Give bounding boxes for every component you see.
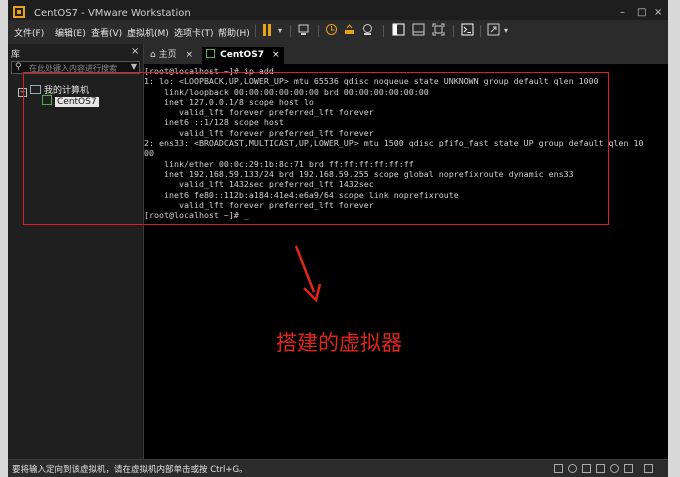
tab-strip: ⌂ 主页 × CentOS7 × bbox=[144, 44, 668, 64]
search-icon: ⚲ bbox=[15, 62, 22, 72]
annotation-arrow bbox=[290, 244, 330, 308]
search-dropdown-icon[interactable]: ▼ bbox=[131, 62, 137, 71]
library-header: 库 bbox=[11, 50, 21, 60]
snapshot-icon[interactable] bbox=[324, 23, 338, 39]
status-message: 要将输入定向到该虚拟机，请在虚拟机内部单击或按 Ctrl+G。 bbox=[12, 465, 248, 475]
library-close-button[interactable]: × bbox=[131, 46, 139, 57]
power-dropdown-icon[interactable]: ▾ bbox=[276, 23, 284, 39]
menu-help[interactable]: 帮助(H) bbox=[218, 26, 250, 39]
send-ctrl-alt-del-icon[interactable] bbox=[296, 23, 310, 39]
message-log-icon[interactable] bbox=[644, 464, 653, 473]
toolbar-separator bbox=[453, 25, 454, 37]
toolbar-separator bbox=[383, 25, 384, 37]
usb-icon[interactable] bbox=[596, 464, 605, 473]
pause-icon[interactable] bbox=[261, 23, 273, 39]
revert-snapshot-icon[interactable] bbox=[342, 23, 356, 39]
network-adapter-icon[interactable] bbox=[582, 464, 591, 473]
home-icon: ⌂ bbox=[150, 50, 156, 60]
toolbar-separator bbox=[318, 25, 319, 37]
cd-dvd-icon[interactable] bbox=[568, 464, 577, 473]
tab-label: CentOS7 bbox=[220, 50, 264, 60]
toolbar-separator bbox=[255, 25, 256, 37]
toolbar-separator bbox=[290, 25, 291, 37]
tab-label: 主页 bbox=[158, 50, 177, 60]
library-view-icon[interactable] bbox=[391, 23, 405, 39]
status-bar: 要将输入定向到该虚拟机，请在虚拟机内部单击或按 Ctrl+G。 bbox=[8, 459, 668, 477]
hard-disk-icon[interactable] bbox=[554, 464, 563, 473]
vmware-app-icon bbox=[13, 6, 25, 18]
sound-icon[interactable] bbox=[610, 464, 619, 473]
close-button[interactable]: × bbox=[654, 7, 662, 18]
menu-view[interactable]: 查看(V) bbox=[91, 26, 122, 39]
tab-close-icon[interactable]: × bbox=[272, 50, 280, 60]
printer-icon[interactable] bbox=[624, 464, 633, 473]
tab-home[interactable]: ⌂ 主页 × bbox=[150, 47, 193, 64]
fullscreen-icon[interactable] bbox=[431, 23, 445, 39]
toolbar-separator bbox=[480, 25, 481, 37]
window-title: CentOS7 - VMware Workstation bbox=[34, 8, 191, 19]
terminal-icon[interactable] bbox=[460, 23, 474, 39]
snapshot-manager-icon[interactable] bbox=[360, 23, 374, 39]
console-view-icon[interactable] bbox=[411, 23, 425, 39]
menu-file[interactable]: 文件(F) bbox=[14, 26, 44, 39]
menu-bar: 文件(F) 编辑(E) 查看(V) 虚拟机(M) 选项卡(T) 帮助(H) bbox=[8, 20, 668, 42]
annotation-label: 搭建的虚拟器 bbox=[276, 331, 402, 355]
menu-tabs[interactable]: 选项卡(T) bbox=[174, 26, 214, 39]
stretch-dropdown-icon[interactable]: ▾ bbox=[502, 23, 510, 39]
vm-icon bbox=[206, 49, 215, 58]
maximize-button[interactable]: □ bbox=[637, 7, 646, 18]
stretch-view-icon[interactable] bbox=[486, 23, 500, 39]
tab-centos7[interactable]: CentOS7 × bbox=[202, 47, 284, 64]
minimize-button[interactable]: – bbox=[620, 7, 625, 18]
menu-edit[interactable]: 编辑(E) bbox=[55, 26, 86, 39]
menu-vm[interactable]: 虚拟机(M) bbox=[127, 26, 169, 39]
tab-close-icon[interactable]: × bbox=[185, 50, 193, 60]
highlight-box bbox=[23, 72, 609, 225]
